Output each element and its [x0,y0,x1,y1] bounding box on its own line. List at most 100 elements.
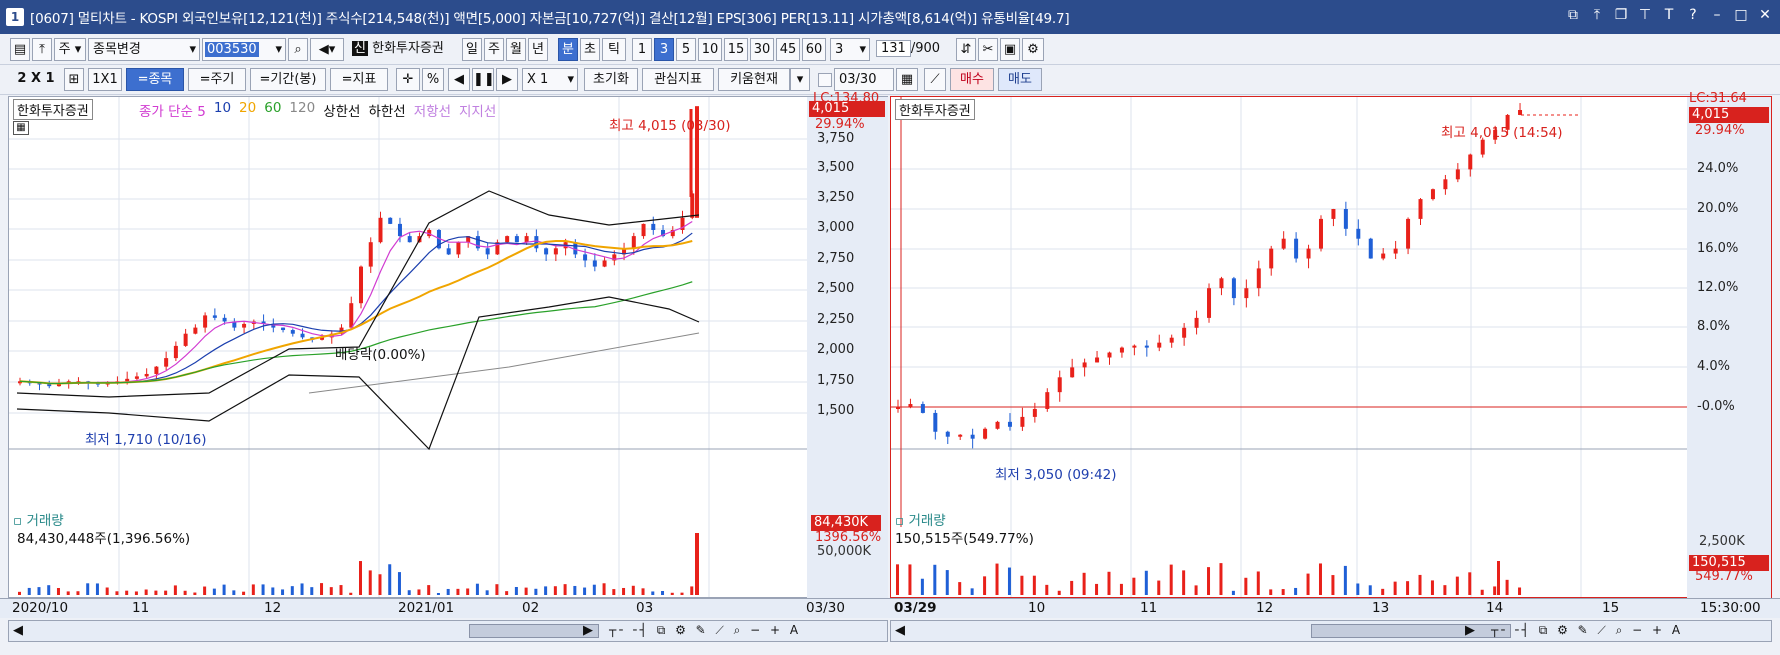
bar-count[interactable]: 131/900 [876,38,946,61]
right-volume-bar-17 [1107,571,1111,595]
kiwoom-button[interactable]: 키움현재 [718,68,790,91]
date-checkbox[interactable] [818,73,832,87]
indicator-link-button[interactable]: =지표 [330,68,388,91]
period-tick[interactable]: 틱 [602,38,626,61]
buy-button[interactable]: 매수 [950,68,994,91]
period-month[interactable]: 월 [506,38,526,61]
multiplier-select[interactable]: X 1 ▾ [522,68,578,91]
right-scroll-left-icon[interactable]: ◀ [895,623,905,638]
save-icon[interactable]: ▣ [1000,38,1020,61]
pin-icon[interactable]: ⤒ [1590,7,1604,23]
right-candle-32 [1294,238,1299,259]
interval-3[interactable]: 3 [654,38,674,61]
right-stock-name[interactable]: 한화투자증권 [895,99,975,120]
right-chart-canvas[interactable] [891,97,1773,599]
left-candle-55 [553,248,558,255]
period-link-button[interactable]: =주기 [188,68,246,91]
period-minute[interactable]: 분 [558,38,578,61]
maximize-icon[interactable]: □ [1734,7,1748,23]
close-icon[interactable]: ✕ [1758,7,1772,23]
right-scroll-thumb[interactable] [1311,624,1511,638]
interval-5[interactable]: 5 [676,38,696,61]
pin-toggle-icon[interactable]: ⤒ [32,38,52,61]
scroll-right-icon[interactable]: ▶ [496,68,518,91]
help-icon[interactable]: ? [1686,7,1700,23]
link-icon[interactable]: ⧉ [1566,7,1580,23]
calendar-icon[interactable]: ▦ [896,68,918,91]
interval-60[interactable]: 60 [802,38,826,61]
left-candle-19 [203,315,208,328]
percent-icon[interactable]: % [422,68,444,91]
interval-15[interactable]: 15 [724,38,748,61]
kiwoom-dropdown-icon[interactable]: ▾ [790,68,810,91]
period-week[interactable]: 주 [484,38,504,61]
left-volume-bar-52 [524,587,528,595]
watch-indicator-button[interactable]: 관심지표 [642,68,714,91]
right-volume-pct: 549.77% [1695,569,1753,584]
left-scrollbar[interactable]: ◀ ▶ ┬╴╶┤ ⧉ ⚙ ✎ ⟋ ⌕ − + A [8,620,888,642]
interval-10[interactable]: 10 [698,38,722,61]
stock-code-input[interactable]: 003530 ▾ [202,38,286,61]
left-candle-65 [651,223,656,230]
crosshair-icon[interactable]: ✛ [396,68,420,91]
left-candle-11 [125,378,130,382]
left-candle-27 [281,327,286,331]
period-second[interactable]: 초 [580,38,600,61]
period-day[interactable]: 일 [462,38,482,61]
right-volume-bar-14 [1070,580,1074,595]
pushpin-icon[interactable]: ⊤ [1638,7,1652,23]
change-stock-select[interactable]: 종목변경 ▾ [88,38,200,61]
left-candle-44 [446,248,451,255]
tool1-icon[interactable]: ⇵ [956,38,976,61]
left-ytick-6: 2,250 [817,312,855,327]
right-volume-bar-32 [1294,587,1298,595]
left-chart-canvas[interactable] [9,97,889,599]
right-zoom-tools[interactable]: ┬╴╶┤ ⧉ ⚙ ✎ ⟋ ⌕ − + A [1491,623,1683,638]
minimize-icon[interactable]: – [1710,7,1724,23]
right-scroll-right-icon[interactable]: ▶ [1465,623,1475,638]
left-candle-39 [397,223,402,237]
right-high-label: 최고 4,015 (14:54) [1441,125,1563,141]
tool2-icon[interactable]: ✂ [978,38,998,61]
company-name[interactable]: 신 한화투자증권 [350,38,460,61]
scroll-left-icon[interactable]: ◀ [448,68,470,91]
right-candle-28 [1244,288,1249,299]
left-volume-bar-67 [670,592,674,595]
pause-icon[interactable]: ❚❚ [472,68,494,91]
interval-1[interactable]: 1 [632,38,652,61]
right-scrollbar[interactable]: ◀ ▶ ┬╴╶┤ ⧉ ⚙ ✎ ⟋ ⌕ − + A [890,620,1772,642]
period-year[interactable]: 년 [528,38,548,61]
range-link-button[interactable]: =기간(봉) [250,68,326,91]
interval-45[interactable]: 45 [776,38,800,61]
gear-icon[interactable]: ⚙ [1022,38,1044,61]
left-scroll-right-icon[interactable]: ▶ [583,623,593,638]
grid-icon[interactable]: ⊞ [64,68,84,91]
date-input[interactable]: 03/30 [834,68,894,91]
left-zoom-tools[interactable]: ┬╴╶┤ ⧉ ⚙ ✎ ⟋ ⌕ − + A [609,623,801,638]
speaker-icon[interactable]: ◀▾ [310,38,344,61]
one-by-one-button[interactable]: 1X1 [88,68,122,91]
layout-icon[interactable]: ▤ [10,38,30,61]
stock-type-select[interactable]: 주 ▾ [54,38,86,61]
left-volume-bar-54 [544,586,548,595]
left-volume-bar-33 [339,585,343,595]
left-stock-name[interactable]: 한화투자증권 [13,99,93,120]
sell-button[interactable]: 매도 [998,68,1042,91]
left-chart-pane[interactable]: 한화투자증권 종가 단순 5 10 20 60 120 상한선 하한선 저항선 … [8,91,889,599]
reset-button[interactable]: 초기화 [584,68,638,91]
right-chart-pane[interactable]: 한화투자증권 최고 4,015 (14:54) 최저 3,050 (09:42)… [890,91,1773,599]
restore-icon[interactable]: ❐ [1614,7,1628,23]
interval-select[interactable]: 3 ▾ [830,38,870,61]
bar-count-max: /900 [910,41,941,56]
interval-30[interactable]: 30 [750,38,774,61]
left-scroll-left-icon[interactable]: ◀ [13,623,23,638]
text-icon[interactable]: T [1662,7,1676,23]
table-icon[interactable]: ▦ [13,121,29,135]
right-volume-bar-7 [983,576,987,595]
left-scroll-thumb[interactable] [469,624,599,638]
draw-tool-icon[interactable]: ⟋ [924,68,946,91]
right-volume-bar-39 [1381,588,1385,595]
stock-link-button[interactable]: =종목 [126,68,184,91]
search-icon[interactable]: ⌕ [288,38,308,61]
grid-layout-label[interactable]: 2 X 1 [10,68,62,91]
